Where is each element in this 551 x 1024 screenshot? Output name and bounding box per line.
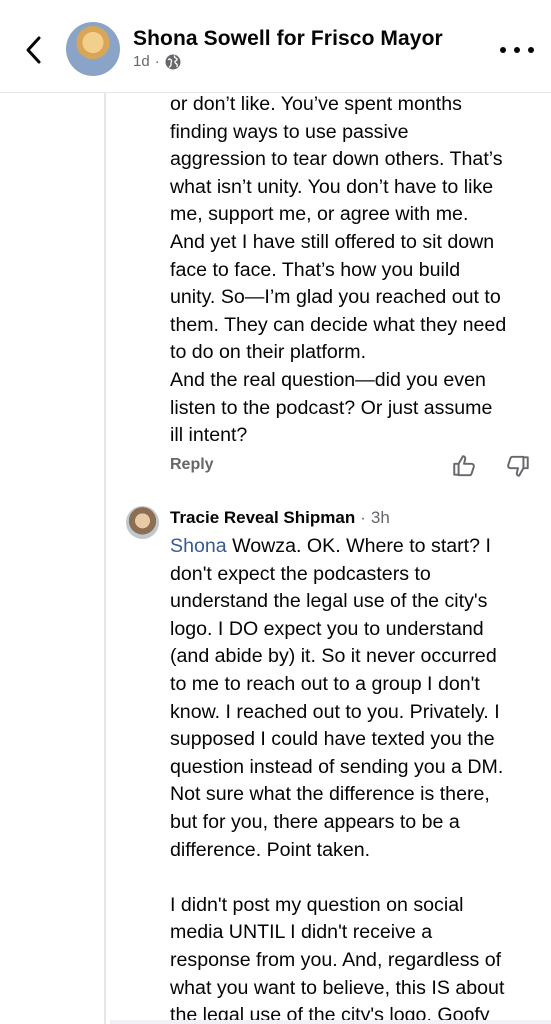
meta-separator: · xyxy=(154,53,160,70)
thumbs-up-icon xyxy=(453,455,475,477)
mention-link[interactable]: Shona xyxy=(170,535,227,557)
reply-thread-line xyxy=(104,92,106,1024)
commenter-name[interactable]: Tracie Reveal Shipman xyxy=(170,508,355,528)
chevron-left-icon xyxy=(26,36,41,64)
comment-separator: · xyxy=(360,508,366,527)
reply-comment-first-line: Wowza. OK. Where to start? I xyxy=(226,535,491,557)
more-horizontal-icon xyxy=(514,47,520,53)
page-avatar[interactable] xyxy=(66,22,120,76)
dislike-button[interactable] xyxy=(505,453,531,479)
bottom-divider xyxy=(110,1020,551,1024)
like-button[interactable] xyxy=(451,453,477,479)
thumbs-down-icon xyxy=(507,455,529,477)
post-comments-screen: Shona Sowell for Frisco Mayor 1d · or do… xyxy=(0,0,551,1024)
reply-comment-body: Shona Wowza. OK. Where to start? I don't… xyxy=(170,533,542,1024)
page-title[interactable]: Shona Sowell for Frisco Mayor xyxy=(133,27,443,51)
post-meta: 1d · xyxy=(133,53,181,70)
post-time[interactable]: 1d xyxy=(133,53,150,70)
reply-comment-text: don't expect the podcasters to understan… xyxy=(170,562,505,1024)
globe-icon xyxy=(165,54,181,69)
back-button[interactable] xyxy=(16,30,50,70)
reply-button[interactable]: Reply xyxy=(170,456,214,474)
more-horizontal-icon xyxy=(500,47,506,53)
post-header: Shona Sowell for Frisco Mayor 1d · xyxy=(0,0,551,93)
comment-header: Tracie Reveal Shipman · 3h xyxy=(170,508,390,528)
more-options-button[interactable] xyxy=(500,40,534,60)
comment-time[interactable]: 3h xyxy=(371,508,390,528)
comment-body: or don’t like. You’ve spent months findi… xyxy=(170,93,507,447)
commenter-avatar[interactable] xyxy=(126,506,159,539)
more-horizontal-icon xyxy=(528,47,534,53)
